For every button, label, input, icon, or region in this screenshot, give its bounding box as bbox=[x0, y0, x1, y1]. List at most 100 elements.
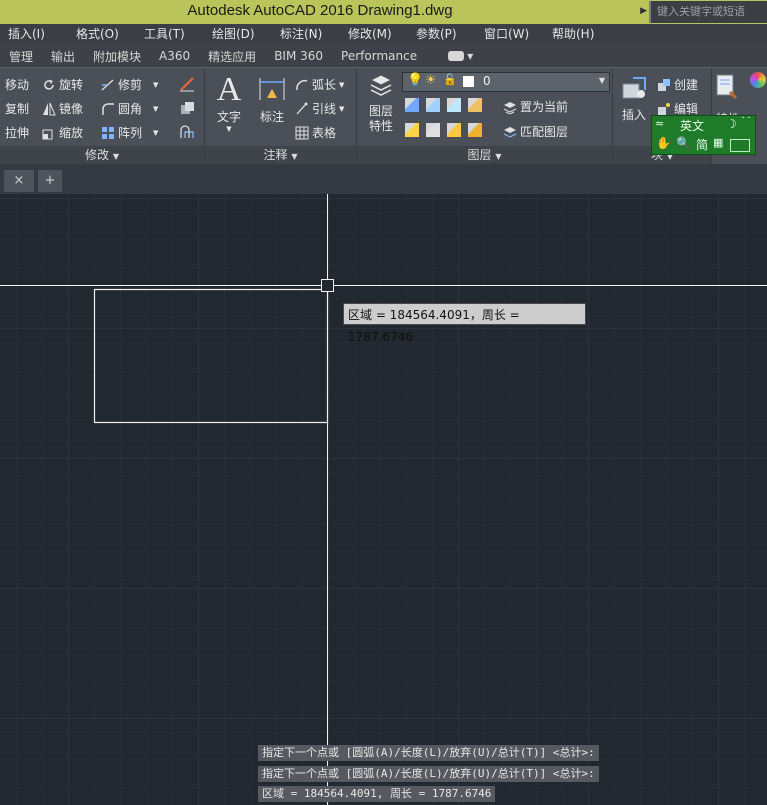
new-tab-button[interactable]: + bbox=[38, 170, 62, 192]
layers-panel-title[interactable]: 图层 ▼ bbox=[357, 146, 612, 165]
color-wheel-icon[interactable] bbox=[750, 72, 766, 88]
fillet-button[interactable]: 圆角 ▼ bbox=[101, 100, 158, 117]
erase-button[interactable] bbox=[178, 76, 196, 92]
match-layer-label: 匹配图层 bbox=[520, 125, 569, 139]
table-button[interactable]: 表格 bbox=[295, 124, 336, 141]
ime-toolbar[interactable]: ≈ 英文 ☽ ˙˙ ✋ 🔍 简 ▦ bbox=[651, 115, 756, 155]
ime-mode-label[interactable]: 英文 bbox=[680, 117, 704, 134]
menu-insert[interactable]: 插入(I) bbox=[0, 24, 68, 45]
search-icon[interactable]: 🔍 bbox=[676, 136, 691, 150]
leader-icon bbox=[296, 102, 308, 114]
trim-label: 修剪 bbox=[118, 78, 143, 92]
arc-length-button[interactable]: 弧长 ▼ bbox=[295, 76, 344, 93]
insert-block-button[interactable]: 插入 bbox=[617, 74, 651, 123]
menu-help[interactable]: 帮助(H) bbox=[544, 24, 612, 45]
drawing-canvas[interactable] bbox=[0, 194, 767, 805]
text-button[interactable]: A 文字 ▼ bbox=[213, 72, 245, 134]
copy-button[interactable]: 复制 bbox=[5, 100, 29, 117]
chevron-down-icon: ▼ bbox=[291, 152, 298, 161]
array-label: 阵列 bbox=[118, 126, 143, 140]
table-label: 表格 bbox=[312, 126, 337, 140]
menu-draw[interactable]: 绘图(D) bbox=[204, 24, 272, 45]
pickbox-cursor bbox=[321, 279, 334, 292]
insert-block-icon bbox=[622, 77, 646, 99]
layer-on-icon[interactable] bbox=[405, 123, 419, 137]
tab-addins[interactable]: 附加模块 bbox=[84, 48, 150, 65]
match-properties-icon[interactable] bbox=[716, 74, 738, 100]
rotate-button[interactable]: 旋转 bbox=[42, 76, 83, 93]
offset-button[interactable] bbox=[178, 124, 196, 140]
menu-format[interactable]: 格式(O) bbox=[68, 24, 136, 45]
light-bulb-icon: 💡 bbox=[407, 73, 424, 88]
offset-icon bbox=[180, 125, 194, 138]
moon-icon[interactable]: ☽ bbox=[726, 117, 737, 131]
create-block-button[interactable]: 创建 bbox=[657, 76, 698, 93]
arc-length-label: 弧长 bbox=[312, 78, 337, 92]
close-tab-button[interactable]: × bbox=[4, 170, 34, 192]
chevron-down-icon[interactable]: ▼ bbox=[153, 105, 158, 113]
punctuation-icon[interactable]: ˙˙ bbox=[740, 115, 752, 129]
ime-row-top: ≈ 英文 ☽ ˙˙ bbox=[652, 115, 753, 134]
search-expand-icon[interactable]: ▶ bbox=[640, 6, 647, 16]
layer-lock-icon[interactable] bbox=[468, 98, 482, 112]
chevron-down-icon[interactable]: ▼ bbox=[339, 81, 344, 89]
set-current-button[interactable]: 置为当前 bbox=[503, 98, 568, 115]
tab-featured-apps[interactable]: 精选应用 bbox=[199, 48, 265, 65]
dimension-icon bbox=[259, 78, 285, 100]
title-bar: Autodesk AutoCAD 2016 Drawing1.dwg ▶ 键入关… bbox=[0, 0, 767, 24]
mirror-button[interactable]: 镜像 bbox=[42, 100, 83, 117]
tab-manage[interactable]: 管理 bbox=[0, 48, 42, 65]
move-button[interactable]: 移动 bbox=[5, 76, 29, 93]
modify-title-label: 修改 bbox=[85, 148, 110, 162]
array-button[interactable]: 阵列 ▼ bbox=[101, 124, 158, 141]
search-input[interactable]: 键入关键字或短语 bbox=[649, 1, 767, 23]
explode-button[interactable] bbox=[178, 100, 196, 116]
copy-label: 复制 bbox=[5, 102, 30, 116]
menu-window[interactable]: 窗口(W) bbox=[476, 24, 544, 45]
menu-modify[interactable]: 修改(M) bbox=[340, 24, 408, 45]
erase-icon bbox=[180, 77, 194, 92]
layer-unisolate-icon[interactable] bbox=[426, 123, 440, 137]
mirror-label: 镜像 bbox=[59, 102, 84, 116]
ime-collapse-icon[interactable]: ≈ bbox=[655, 117, 664, 130]
tab-performance[interactable]: Performance bbox=[332, 49, 426, 63]
stretch-button[interactable]: 拉伸 bbox=[5, 124, 29, 141]
trim-button[interactable]: 修剪 ▼ bbox=[101, 76, 158, 93]
tab-bim360[interactable]: BIM 360 bbox=[265, 49, 332, 63]
chevron-down-icon[interactable]: ▼ bbox=[339, 105, 344, 113]
layer-dropdown[interactable]: 💡 ☀ 🔓 0 ▼ bbox=[402, 72, 610, 92]
scale-icon bbox=[42, 129, 53, 139]
layer-freeze-icon[interactable] bbox=[447, 98, 461, 112]
menu-parameters[interactable]: 参数(P) bbox=[408, 24, 476, 45]
annotation-panel-title[interactable]: 注释 ▼ bbox=[205, 146, 356, 165]
dimension-button[interactable]: 标注 bbox=[255, 74, 289, 125]
chevron-down-icon[interactable]: ▼ bbox=[153, 129, 158, 137]
scale-button[interactable]: 缩放 bbox=[42, 124, 83, 141]
hand-icon[interactable]: ✋ bbox=[656, 136, 671, 150]
ime-charset-label[interactable]: 简 bbox=[696, 136, 708, 153]
layer-off-icon[interactable] bbox=[405, 98, 419, 112]
layer-unlock-icon[interactable] bbox=[468, 123, 482, 137]
layer-properties-label-2: 特性 bbox=[368, 119, 393, 133]
keyboard-icon[interactable] bbox=[730, 139, 750, 152]
leader-button[interactable]: 引线 ▼ bbox=[295, 100, 344, 117]
grid-icon[interactable]: ▦ bbox=[713, 136, 723, 149]
ribbon-minimize-icon[interactable] bbox=[448, 51, 465, 61]
chevron-down-icon[interactable]: ▼ bbox=[153, 81, 158, 89]
array-icon bbox=[102, 126, 114, 139]
chevron-down-icon: ▼ bbox=[112, 152, 119, 161]
set-current-icon bbox=[503, 101, 517, 114]
layer-thaw-icon[interactable] bbox=[447, 123, 461, 137]
menu-dimension[interactable]: 标注(N) bbox=[272, 24, 340, 45]
layer-isolate-icon[interactable] bbox=[426, 98, 440, 112]
modify-panel-title[interactable]: 修改 ▼ bbox=[0, 146, 204, 165]
layer-properties-button[interactable]: 图层 特性 bbox=[363, 72, 399, 134]
create-block-label: 创建 bbox=[674, 78, 699, 92]
tab-a360[interactable]: A360 bbox=[150, 49, 199, 63]
command-history-line: 指定下一个点或 [圆弧(A)/长度(L)/放弃(U)/总计(T)] <总计>: bbox=[258, 745, 599, 761]
menu-tools[interactable]: 工具(T) bbox=[136, 24, 204, 45]
tab-output[interactable]: 输出 bbox=[42, 48, 84, 65]
chevron-down-icon[interactable]: ▼ bbox=[467, 52, 473, 61]
match-layer-button[interactable]: 匹配图层 bbox=[503, 123, 568, 140]
chevron-down-icon: ▼ bbox=[598, 76, 605, 85]
